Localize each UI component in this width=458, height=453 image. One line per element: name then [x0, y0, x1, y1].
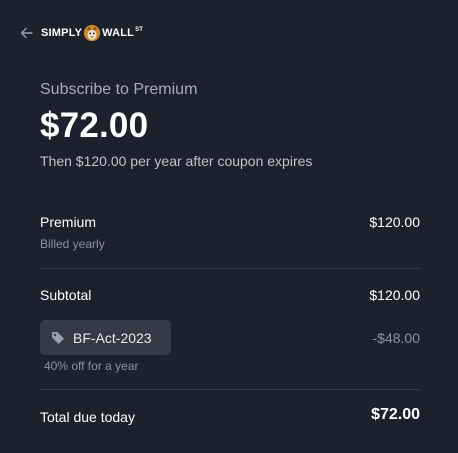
subtotal-amount: $120.00	[369, 287, 420, 303]
header: SIMPLY WALL ST	[19, 18, 143, 48]
logo-text-left: SIMPLY	[41, 27, 83, 39]
logo-mascot-icon	[84, 24, 101, 42]
divider	[40, 389, 420, 390]
subscribe-heading: Subscribe to Premium	[40, 81, 198, 98]
premium-line-label: Premium	[40, 214, 97, 230]
total-due-amount: $72.00	[371, 406, 420, 423]
premium-billing-note: Billed yearly	[40, 237, 105, 251]
premium-line-amount: $120.00	[369, 214, 420, 230]
subtotal-label: Subtotal	[40, 287, 92, 303]
coupon-duration-note: 40% off for a year	[44, 359, 139, 373]
coupon-discount-amount: -$48.00	[372, 330, 420, 346]
logo-text-right: WALL	[102, 27, 135, 39]
coupon-code: BF-Act-2023	[73, 329, 152, 346]
price-today: $72.00	[40, 106, 149, 145]
divider	[40, 268, 420, 269]
back-button[interactable]	[19, 26, 33, 40]
logo-text-sup: ST	[135, 27, 144, 33]
back-arrow-icon	[20, 27, 33, 39]
total-due-label: Total due today	[40, 409, 135, 425]
applied-coupon-chip[interactable]: BF-Act-2023	[40, 320, 171, 355]
tag-icon	[52, 331, 64, 344]
simply-wall-st-logo[interactable]: SIMPLY WALL ST	[41, 24, 143, 42]
renewal-price-note: Then $120.00 per year after coupon expir…	[40, 153, 313, 169]
